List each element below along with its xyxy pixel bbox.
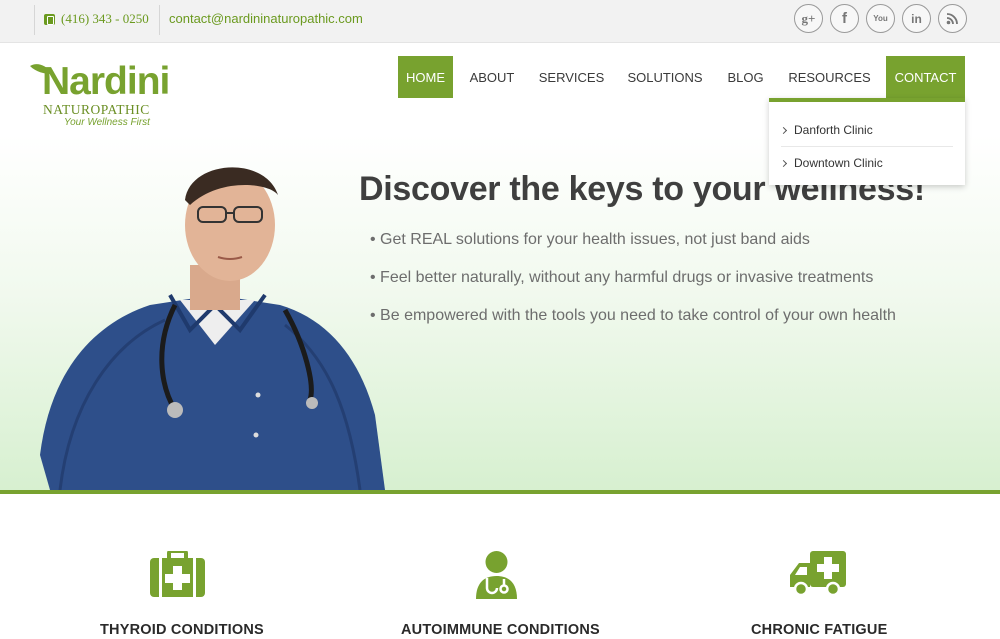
service-title[interactable]: CHRONIC FATIGUE	[751, 622, 887, 638]
linkedin-label: in	[911, 11, 922, 26]
dropdown-item-downtown[interactable]: Downtown Clinic	[779, 147, 953, 179]
nav-home[interactable]: HOME	[398, 56, 453, 98]
logo-name: Nardini	[42, 60, 170, 103]
chevron-right-icon	[779, 159, 788, 167]
first-aid-kit-icon[interactable]	[150, 551, 205, 597]
logo-subtitle: NATUROPATHIC	[43, 102, 150, 117]
youtube-label: You	[873, 13, 888, 23]
contact-dropdown: Danforth Clinic Downtown Clinic	[769, 98, 965, 185]
hero-bullet: • Get REAL solutions for your health iss…	[370, 231, 810, 248]
service-title[interactable]: THYROID CONDITIONS	[100, 622, 264, 638]
doctor-photo	[40, 167, 385, 490]
rss-icon[interactable]	[938, 4, 967, 33]
dropdown-item-label: Danforth Clinic	[794, 123, 873, 137]
phone-contact[interactable]: (416) 343 - 0250	[44, 11, 149, 27]
rss-glyph	[946, 13, 958, 25]
facebook-label: f	[842, 10, 847, 27]
nav-about[interactable]: ABOUT	[461, 56, 523, 98]
youtube-icon[interactable]: You	[866, 4, 895, 33]
nav-resources[interactable]: RESOURCES	[781, 56, 878, 98]
logo-tagline: Your Wellness First	[64, 117, 150, 128]
email-link[interactable]: contact@nardininaturopathic.com	[169, 11, 363, 26]
doctor-icon[interactable]	[474, 551, 519, 599]
site-logo[interactable]: Nardini NATUROPATHIC Your Wellness First	[28, 60, 170, 132]
service-title[interactable]: AUTOIMMUNE CONDITIONS	[401, 622, 600, 638]
ambulance-icon[interactable]	[790, 551, 846, 597]
linkedin-icon[interactable]: in	[902, 4, 931, 33]
hero-bullet: • Be empowered with the tools you need t…	[370, 307, 896, 324]
dropdown-item-danforth[interactable]: Danforth Clinic	[779, 114, 953, 146]
nav-blog[interactable]: BLOG	[718, 56, 773, 98]
top-bar: (416) 343 - 0250 contact@nardininaturopa…	[0, 0, 1000, 43]
facebook-icon[interactable]: f	[830, 4, 859, 33]
phone-icon	[44, 13, 55, 25]
dropdown-item-label: Downtown Clinic	[794, 156, 883, 170]
nav-contact[interactable]: CONTACT	[886, 56, 965, 98]
nav-solutions[interactable]: SOLUTIONS	[620, 56, 710, 98]
divider	[34, 5, 35, 35]
nav-services[interactable]: SERVICES	[531, 56, 612, 98]
hero-bullet: • Feel better naturally, without any har…	[370, 269, 874, 286]
google-plus-icon[interactable]: g+	[794, 4, 823, 33]
google-plus-label: g+	[801, 10, 816, 26]
hero-divider	[0, 490, 1000, 494]
divider	[159, 5, 160, 35]
phone-number[interactable]: (416) 343 - 0250	[61, 11, 149, 27]
chevron-right-icon	[779, 126, 788, 134]
